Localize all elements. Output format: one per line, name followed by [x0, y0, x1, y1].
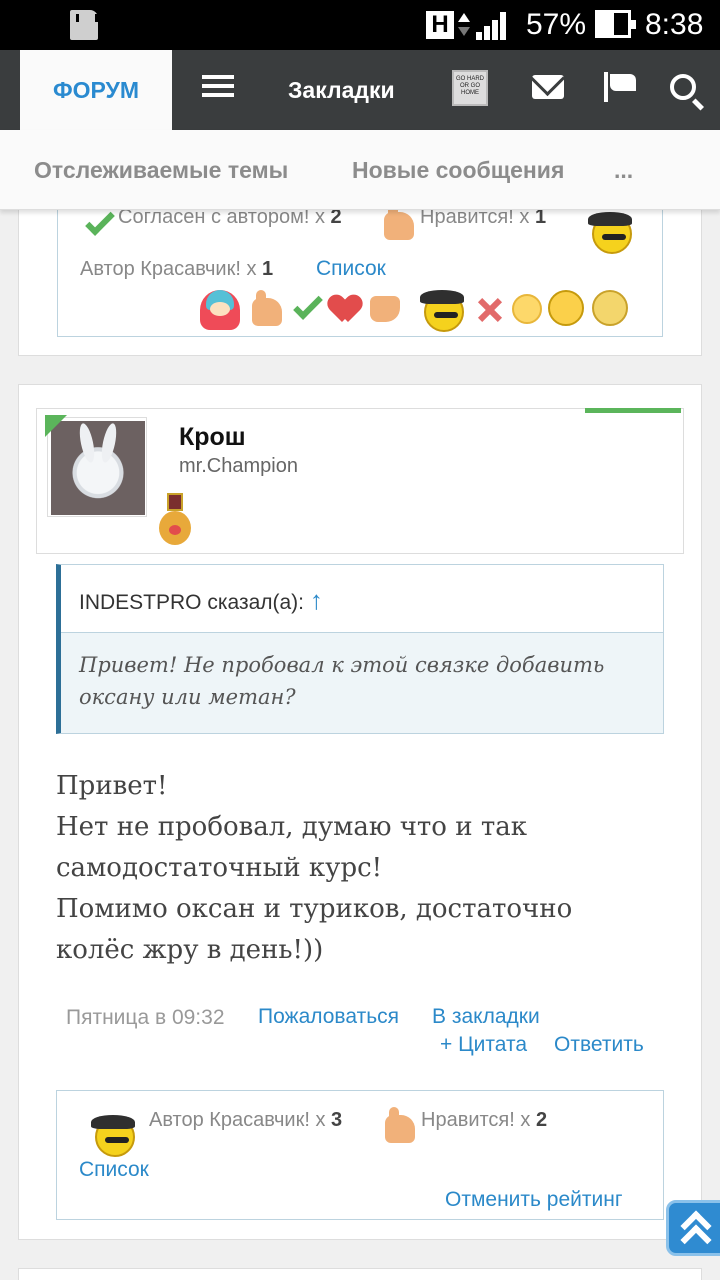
- funny-rating-icon[interactable]: [512, 294, 542, 324]
- status-bar: H 57% 8:38: [0, 0, 720, 50]
- quote-link[interactable]: + Цитата: [440, 1033, 527, 1057]
- message-line: колёс жру в день!)): [56, 935, 324, 965]
- more-link[interactable]: ...: [614, 130, 633, 210]
- reply-link[interactable]: Ответить: [554, 1033, 644, 1057]
- cool-rating-icon[interactable]: [420, 290, 464, 332]
- clock: 8:38: [645, 8, 704, 41]
- top-nav: ФОРУМ Закладки GO HARD OR GO HOME: [0, 50, 720, 130]
- user-avatar[interactable]: GO HARD OR GO HOME: [452, 70, 488, 106]
- menu-icon[interactable]: [202, 75, 234, 97]
- message-line: Помимо оксан и туриков, достаточно: [56, 894, 573, 924]
- ratings-list-link[interactable]: Список: [316, 257, 386, 281]
- post-message: Привет! Нет не пробовал, думаю что и так…: [56, 766, 676, 971]
- signal-icon: [476, 12, 510, 40]
- ratings-list-link[interactable]: Список: [79, 1158, 149, 1182]
- author-card: Крош mr.Champion: [36, 408, 684, 554]
- cartman-rating-icon[interactable]: [200, 290, 240, 330]
- heart-rating-icon[interactable]: [330, 296, 360, 322]
- agree-rating-icon[interactable]: [293, 290, 323, 320]
- medal-rating-icon[interactable]: [592, 290, 628, 326]
- quote-block: INDESTPRO сказал(а): ↑ Привет! Не пробов…: [56, 564, 664, 734]
- thumbs-up-icon: [384, 204, 414, 240]
- new-messages-link[interactable]: Новые сообщения: [352, 130, 564, 210]
- bookmarks-link[interactable]: Закладки: [288, 50, 395, 130]
- sub-nav: Отслеживаемые темы Новые сообщения ...: [0, 130, 720, 210]
- sad-rating-icon[interactable]: [548, 290, 584, 326]
- rating-like: Нравится! x 2: [421, 1109, 548, 1131]
- disagree-rating-icon[interactable]: [476, 296, 504, 324]
- bear-award-icon: [157, 493, 193, 547]
- dislike-rating-icon[interactable]: [370, 296, 400, 322]
- post-date: Пятница в 09:32: [66, 1006, 225, 1029]
- quote-author: INDESTPRO сказал(а):: [79, 591, 305, 614]
- rating-handsome: Автор Красавчик! x 3: [149, 1109, 343, 1131]
- cool-smiley-icon: [91, 1115, 135, 1157]
- mail-icon[interactable]: [532, 75, 564, 99]
- search-icon[interactable]: [670, 74, 696, 100]
- message-line: Привет!: [56, 771, 168, 801]
- message-line: самодостаточный курс!: [56, 853, 383, 883]
- status-bar-accent: [585, 408, 681, 413]
- quote-text: Привет! Не пробовал к этой связке добави…: [61, 633, 663, 733]
- message-line: Нет не пробовал, думаю что и так: [56, 812, 527, 842]
- cancel-rating-link[interactable]: Отменить рейтинг: [445, 1188, 623, 1212]
- bookmark-link[interactable]: В закладки: [432, 1005, 540, 1029]
- data-arrows-icon: [458, 11, 470, 39]
- avatar-text: GO HARD OR GO HOME: [455, 76, 484, 96]
- watched-threads-link[interactable]: Отслеживаемые темы: [34, 130, 288, 210]
- quote-header: INDESTPRO сказал(а): ↑: [61, 565, 663, 633]
- thumbs-up-icon: [385, 1107, 415, 1143]
- battery-icon: [595, 10, 636, 38]
- tab-forum[interactable]: ФОРУМ: [20, 50, 172, 130]
- rating-handsome: Автор Красавчик! x 1: [80, 258, 274, 280]
- next-post: [18, 1268, 702, 1280]
- check-icon: [85, 206, 115, 236]
- author-name[interactable]: Крош: [179, 423, 246, 452]
- like-rating-icon[interactable]: [252, 290, 282, 326]
- online-indicator: [45, 415, 67, 437]
- report-link[interactable]: Пожаловаться: [258, 1005, 399, 1029]
- sd-card-icon: [70, 10, 98, 40]
- quote-jump-icon[interactable]: ↑: [310, 585, 323, 615]
- cool-smiley-icon: [588, 212, 632, 254]
- scroll-to-top-button[interactable]: [666, 1200, 720, 1256]
- network-h-icon: H: [426, 11, 454, 39]
- author-title: mr.Champion: [179, 455, 298, 477]
- flag-icon[interactable]: [604, 72, 636, 102]
- post-ratings-box: Автор Красавчик! x 3 Нравится! x 2 Списо…: [56, 1090, 664, 1220]
- battery-percent: 57%: [526, 8, 587, 41]
